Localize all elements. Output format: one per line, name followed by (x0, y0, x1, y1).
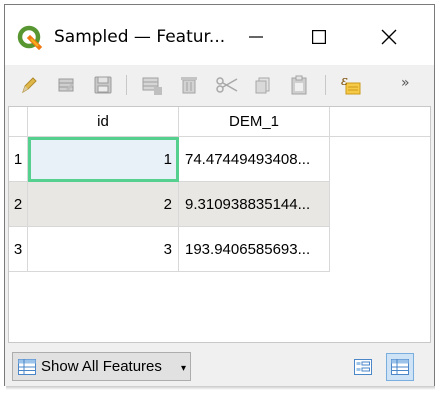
multi-edit-icon[interactable] (55, 73, 79, 97)
copy-icon[interactable] (251, 73, 275, 97)
toolbar-overflow-button[interactable]: » (401, 75, 410, 91)
close-icon (381, 29, 397, 45)
table-cell-id[interactable]: 3 (28, 227, 179, 272)
window-title: Sampled — Featur... (54, 27, 226, 47)
add-feature-icon[interactable] (140, 73, 164, 97)
show-all-features-label: Show All Features (41, 358, 162, 375)
save-edits-icon[interactable] (91, 73, 115, 97)
window-shadow (6, 386, 435, 390)
column-header-id[interactable]: id (28, 107, 179, 137)
chevron-down-icon: ▾ (180, 363, 186, 374)
toolbar-separator (126, 75, 127, 95)
attribute-table-window: Sampled — Featur... ε » id DEM_1 1 1 74.… (4, 4, 435, 386)
attribute-toolbar: ε » (5, 65, 434, 105)
table-view-button[interactable] (386, 353, 414, 381)
minimize-button[interactable] (233, 17, 279, 57)
row-header[interactable]: 2 (9, 182, 28, 227)
table-cell-dem[interactable]: 193.9406585693... (179, 227, 330, 272)
form-view-icon (354, 359, 372, 375)
table-view-icon (391, 359, 409, 375)
table-cell-dem[interactable]: 74.47449493408... (179, 137, 330, 182)
maximize-button[interactable] (296, 17, 342, 57)
expression-select-icon[interactable]: ε (339, 73, 363, 97)
form-view-button[interactable] (349, 353, 377, 381)
row-header[interactable]: 1 (9, 137, 28, 182)
paste-icon[interactable] (287, 73, 311, 97)
pencil-icon[interactable] (17, 73, 41, 97)
column-header-empty (330, 107, 430, 137)
cut-icon[interactable] (215, 73, 239, 97)
maximize-icon (312, 30, 326, 44)
toolbar-separator (325, 75, 326, 95)
minimize-icon (249, 36, 263, 38)
qgis-logo-icon (17, 25, 43, 51)
table-cell-dem[interactable]: 9.310938835144... (179, 182, 330, 227)
attribute-table: id DEM_1 1 1 74.47449493408... 2 2 9.310… (8, 106, 431, 343)
title-bar[interactable]: Sampled — Featur... (5, 5, 434, 65)
svg-text:ε: ε (341, 74, 348, 89)
table-cell-id[interactable]: 1 (28, 137, 179, 182)
table-corner[interactable] (9, 107, 28, 137)
show-all-features-dropdown[interactable]: Show All Features ▾ (12, 352, 191, 381)
row-header[interactable]: 3 (9, 227, 28, 272)
close-button[interactable] (366, 17, 412, 57)
table-icon (18, 358, 36, 375)
bottom-bar: Show All Features ▾ (5, 344, 434, 386)
table-cell-id[interactable]: 2 (28, 182, 179, 227)
column-header-dem[interactable]: DEM_1 (179, 107, 330, 137)
delete-feature-icon[interactable] (177, 73, 201, 97)
